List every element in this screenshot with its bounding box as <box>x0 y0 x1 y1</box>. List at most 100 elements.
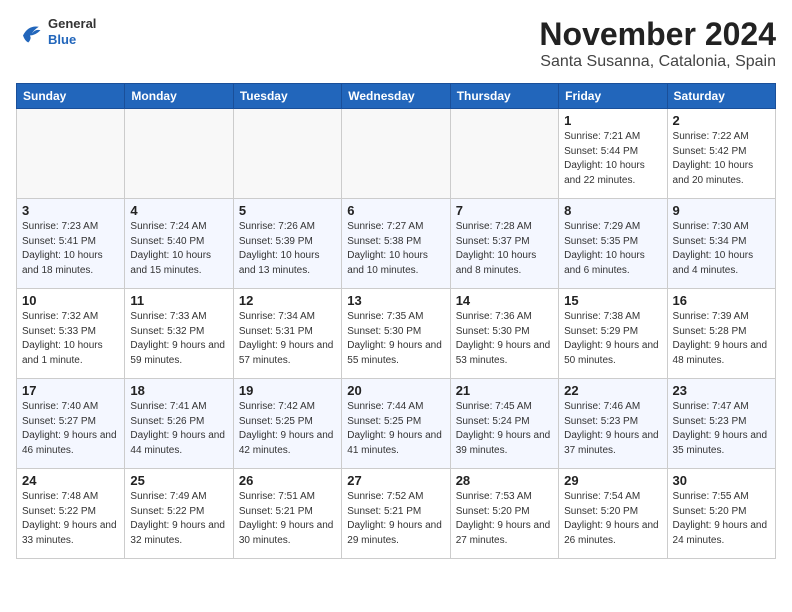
title-area: November 2024 Santa Susanna, Catalonia, … <box>539 16 776 71</box>
day-number: 6 <box>347 203 444 218</box>
calendar-cell: 16 Sunrise: 7:39 AM Sunset: 5:28 PM Dayli… <box>667 289 775 379</box>
day-number: 25 <box>130 473 227 488</box>
calendar-cell: 11 Sunrise: 7:33 AM Sunset: 5:32 PM Dayli… <box>125 289 233 379</box>
day-number: 23 <box>673 383 770 398</box>
calendar-cell: 28Sunrise: 7:53 AM Sunset: 5:20 PM Dayli… <box>450 469 558 559</box>
calendar-week-row: 10Sunrise: 7:32 AM Sunset: 5:33 PM Dayli… <box>17 289 776 379</box>
calendar-cell: 13Sunrise: 7:35 AM Sunset: 5:30 PM Dayli… <box>342 289 450 379</box>
day-info: Sunrise: 7:33 AM Sunset: 5:32 PM Dayligh… <box>130 310 227 368</box>
day-info: Sunrise: 7:38 AM Sunset: 5:29 PM Dayligh… <box>564 310 661 368</box>
day-info: Sunrise: 7:48 AM Sunset: 5:22 PM Dayligh… <box>22 490 119 548</box>
day-number: 18 <box>130 383 227 398</box>
calendar-cell: 27Sunrise: 7:52 AM Sunset: 5:21 PM Dayli… <box>342 469 450 559</box>
day-number: 2 <box>673 113 770 128</box>
weekday-header-friday: Friday <box>559 84 667 109</box>
weekday-header-saturday: Saturday <box>667 84 775 109</box>
day-number: 30 <box>673 473 770 488</box>
day-info: Sunrise: 7:29 AM Sunset: 5:35 PM Dayligh… <box>564 220 661 278</box>
calendar-cell: 30 Sunrise: 7:55 AM Sunset: 5:20 PM Dayli… <box>667 469 775 559</box>
calendar-cell: 1Sunrise: 7:21 AM Sunset: 5:44 PM Daylig… <box>559 109 667 199</box>
day-number: 17 <box>22 383 119 398</box>
day-number: 11 <box>130 293 227 308</box>
day-number: 3 <box>22 203 119 218</box>
day-info: Sunrise: 7:39 AM Sunset: 5:28 PM Dayligh… <box>673 310 770 368</box>
calendar-week-row: 1Sunrise: 7:21 AM Sunset: 5:44 PM Daylig… <box>17 109 776 199</box>
day-info: Sunrise: 7:30 AM Sunset: 5:34 PM Dayligh… <box>673 220 770 278</box>
day-info: Sunrise: 7:35 AM Sunset: 5:30 PM Dayligh… <box>347 310 444 368</box>
day-info: Sunrise: 7:32 AM Sunset: 5:33 PM Dayligh… <box>22 310 119 368</box>
day-number: 14 <box>456 293 553 308</box>
logo: General Blue <box>16 16 96 47</box>
calendar-cell: 12 Sunrise: 7:34 AM Sunset: 5:31 PM Dayli… <box>233 289 341 379</box>
day-number: 16 <box>673 293 770 308</box>
day-number: 9 <box>673 203 770 218</box>
month-title: November 2024 <box>539 16 776 53</box>
calendar-cell <box>125 109 233 199</box>
calendar-cell: 6 Sunrise: 7:27 AM Sunset: 5:38 PM Daylig… <box>342 199 450 289</box>
day-info: Sunrise: 7:51 AM Sunset: 5:21 PM Dayligh… <box>239 490 336 548</box>
calendar-cell <box>342 109 450 199</box>
weekday-header-row: SundayMondayTuesdayWednesdayThursdayFrid… <box>17 84 776 109</box>
calendar-cell <box>17 109 125 199</box>
calendar-header: SundayMondayTuesdayWednesdayThursdayFrid… <box>17 84 776 109</box>
page-header: General Blue November 2024 Santa Susanna… <box>16 16 776 71</box>
day-number: 24 <box>22 473 119 488</box>
calendar-table: SundayMondayTuesdayWednesdayThursdayFrid… <box>16 83 776 559</box>
day-number: 5 <box>239 203 336 218</box>
calendar-cell: 2 Sunrise: 7:22 AM Sunset: 5:42 PM Daylig… <box>667 109 775 199</box>
calendar-cell: 5 Sunrise: 7:26 AM Sunset: 5:39 PM Daylig… <box>233 199 341 289</box>
day-info: Sunrise: 7:24 AM Sunset: 5:40 PM Dayligh… <box>130 220 227 278</box>
day-info: Sunrise: 7:23 AM Sunset: 5:41 PM Dayligh… <box>22 220 119 278</box>
day-info: Sunrise: 7:55 AM Sunset: 5:20 PM Dayligh… <box>673 490 770 548</box>
calendar-week-row: 3 Sunrise: 7:23 AM Sunset: 5:41 PM Daylig… <box>17 199 776 289</box>
calendar-cell: 18 Sunrise: 7:41 AM Sunset: 5:26 PM Dayli… <box>125 379 233 469</box>
day-info: Sunrise: 7:54 AM Sunset: 5:20 PM Dayligh… <box>564 490 661 548</box>
calendar-cell: 7Sunrise: 7:28 AM Sunset: 5:37 PM Daylig… <box>450 199 558 289</box>
weekday-header-thursday: Thursday <box>450 84 558 109</box>
day-number: 15 <box>564 293 661 308</box>
day-info: Sunrise: 7:26 AM Sunset: 5:39 PM Dayligh… <box>239 220 336 278</box>
calendar-cell <box>233 109 341 199</box>
calendar-cell: 4Sunrise: 7:24 AM Sunset: 5:40 PM Daylig… <box>125 199 233 289</box>
day-number: 8 <box>564 203 661 218</box>
calendar-cell: 17Sunrise: 7:40 AM Sunset: 5:27 PM Dayli… <box>17 379 125 469</box>
day-info: Sunrise: 7:28 AM Sunset: 5:37 PM Dayligh… <box>456 220 553 278</box>
logo-blue-text: Blue <box>48 32 96 48</box>
day-number: 27 <box>347 473 444 488</box>
day-info: Sunrise: 7:41 AM Sunset: 5:26 PM Dayligh… <box>130 400 227 458</box>
calendar-cell: 15 Sunrise: 7:38 AM Sunset: 5:29 PM Dayli… <box>559 289 667 379</box>
day-info: Sunrise: 7:27 AM Sunset: 5:38 PM Dayligh… <box>347 220 444 278</box>
calendar-cell: 22 Sunrise: 7:46 AM Sunset: 5:23 PM Dayli… <box>559 379 667 469</box>
calendar-cell: 20Sunrise: 7:44 AM Sunset: 5:25 PM Dayli… <box>342 379 450 469</box>
logo-text: General Blue <box>48 16 96 47</box>
calendar-cell: 21Sunrise: 7:45 AM Sunset: 5:24 PM Dayli… <box>450 379 558 469</box>
day-number: 1 <box>564 113 661 128</box>
weekday-header-monday: Monday <box>125 84 233 109</box>
logo-general-text: General <box>48 16 96 32</box>
calendar-cell: 8 Sunrise: 7:29 AM Sunset: 5:35 PM Daylig… <box>559 199 667 289</box>
day-info: Sunrise: 7:45 AM Sunset: 5:24 PM Dayligh… <box>456 400 553 458</box>
day-number: 22 <box>564 383 661 398</box>
day-info: Sunrise: 7:53 AM Sunset: 5:20 PM Dayligh… <box>456 490 553 548</box>
calendar-cell <box>450 109 558 199</box>
calendar-cell: 3 Sunrise: 7:23 AM Sunset: 5:41 PM Daylig… <box>17 199 125 289</box>
day-number: 20 <box>347 383 444 398</box>
day-info: Sunrise: 7:46 AM Sunset: 5:23 PM Dayligh… <box>564 400 661 458</box>
calendar-cell: 19 Sunrise: 7:42 AM Sunset: 5:25 PM Dayli… <box>233 379 341 469</box>
day-number: 26 <box>239 473 336 488</box>
calendar-cell: 25Sunrise: 7:49 AM Sunset: 5:22 PM Dayli… <box>125 469 233 559</box>
weekday-header-tuesday: Tuesday <box>233 84 341 109</box>
day-info: Sunrise: 7:36 AM Sunset: 5:30 PM Dayligh… <box>456 310 553 368</box>
location-title: Santa Susanna, Catalonia, Spain <box>539 53 776 71</box>
day-info: Sunrise: 7:42 AM Sunset: 5:25 PM Dayligh… <box>239 400 336 458</box>
day-info: Sunrise: 7:22 AM Sunset: 5:42 PM Dayligh… <box>673 130 770 188</box>
calendar-body: 1Sunrise: 7:21 AM Sunset: 5:44 PM Daylig… <box>17 109 776 559</box>
calendar-cell: 26 Sunrise: 7:51 AM Sunset: 5:21 PM Dayli… <box>233 469 341 559</box>
day-info: Sunrise: 7:34 AM Sunset: 5:31 PM Dayligh… <box>239 310 336 368</box>
day-number: 19 <box>239 383 336 398</box>
calendar-week-row: 17Sunrise: 7:40 AM Sunset: 5:27 PM Dayli… <box>17 379 776 469</box>
calendar-cell: 29Sunrise: 7:54 AM Sunset: 5:20 PM Dayli… <box>559 469 667 559</box>
weekday-header-wednesday: Wednesday <box>342 84 450 109</box>
calendar-cell: 23Sunrise: 7:47 AM Sunset: 5:23 PM Dayli… <box>667 379 775 469</box>
day-number: 12 <box>239 293 336 308</box>
